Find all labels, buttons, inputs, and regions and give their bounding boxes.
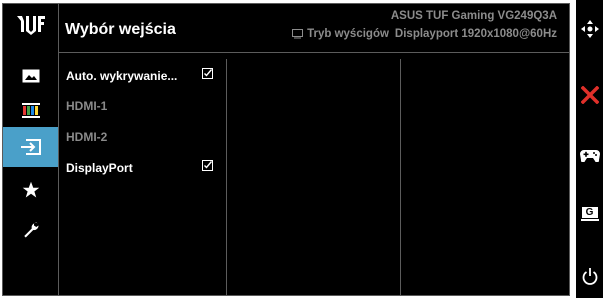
color-bars-icon bbox=[21, 102, 40, 118]
power-icon bbox=[582, 268, 597, 285]
option-hdmi-1[interactable]: HDMI-1 bbox=[66, 99, 107, 113]
category-sidebar bbox=[3, 4, 58, 295]
panel-divider-2 bbox=[400, 59, 401, 295]
gamepad-icon bbox=[579, 150, 600, 162]
hotkey-bar: G bbox=[576, 0, 603, 298]
mode-indicator: Tryb wyścigów bbox=[292, 28, 389, 40]
page-title: Wybór wejścia bbox=[65, 21, 176, 38]
image-icon bbox=[22, 69, 39, 83]
close-button[interactable] bbox=[576, 86, 603, 104]
wrench-icon bbox=[23, 222, 39, 238]
navigate-button[interactable] bbox=[576, 20, 603, 38]
checkbox-checked-icon[interactable] bbox=[202, 160, 213, 171]
game-mode-label: Tryb wyścigów bbox=[307, 28, 389, 40]
header-divider bbox=[59, 52, 569, 53]
gamevisual-button[interactable] bbox=[576, 149, 603, 162]
monitor-model: ASUS TUF Gaming VG249Q3A bbox=[390, 10, 557, 22]
gameplus-letter: G bbox=[585, 207, 594, 218]
sidebar-item-input-select[interactable] bbox=[3, 127, 58, 167]
close-icon bbox=[580, 86, 599, 104]
tuf-logo-icon bbox=[17, 16, 45, 35]
status-line: Tryb wyścigów Displayport 1920x1080@60Hz bbox=[292, 28, 557, 40]
checkbox-checked-icon[interactable] bbox=[202, 68, 213, 79]
sidebar-item-favorites[interactable] bbox=[3, 170, 58, 210]
sidebar-divider bbox=[58, 4, 59, 295]
power-button[interactable] bbox=[576, 268, 603, 285]
signal-info: Displayport 1920x1080@60Hz bbox=[394, 28, 557, 40]
monitor-icon bbox=[292, 29, 304, 39]
option-displayport[interactable]: DisplayPort bbox=[66, 161, 133, 175]
option-hdmi-2[interactable]: HDMI-2 bbox=[66, 130, 107, 144]
osd-menu: Wybór wejścia ASUS TUF Gaming VG249Q3A T… bbox=[2, 3, 570, 296]
option-auto-detect[interactable]: Auto. wykrywanie... bbox=[66, 69, 177, 83]
star-icon bbox=[22, 181, 39, 198]
input-select-icon bbox=[20, 139, 41, 155]
navigate-icon bbox=[580, 20, 599, 38]
panel-divider-1 bbox=[226, 59, 227, 295]
sidebar-item-color[interactable] bbox=[3, 90, 58, 130]
sidebar-item-system[interactable] bbox=[3, 210, 58, 250]
